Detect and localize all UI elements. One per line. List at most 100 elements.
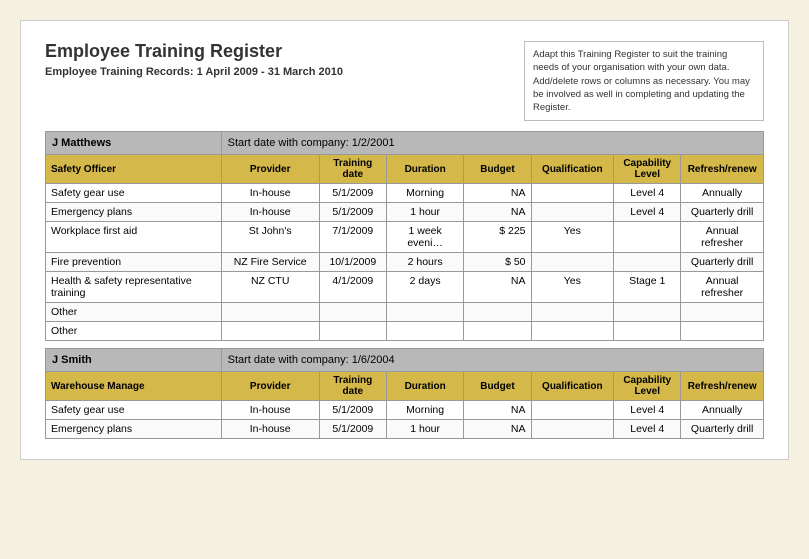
duration: 1 hour [386, 420, 463, 439]
capability [614, 222, 681, 253]
budget: NA [464, 203, 531, 222]
training-date [319, 303, 386, 322]
col-header-training-date: Training date [319, 155, 386, 184]
qualification [531, 322, 614, 341]
capability: Stage 1 [614, 272, 681, 303]
budget: $ 225 [464, 222, 531, 253]
spacer-row [46, 341, 764, 349]
table-row: Other [46, 303, 764, 322]
qualification: Yes [531, 272, 614, 303]
table-row: Health & safety representative training … [46, 272, 764, 303]
qualification [531, 420, 614, 439]
training-date: 4/1/2009 [319, 272, 386, 303]
employee-name: J Smith [46, 349, 222, 372]
subtitle: Employee Training Records: 1 April 2009 … [45, 66, 343, 78]
subtitle-text: Employee Training Records: 1 April 2009 … [45, 66, 343, 78]
col-header-row: Safety Officer Provider Training date Du… [46, 155, 764, 184]
activity: Fire prevention [46, 253, 222, 272]
duration: 1 hour [386, 203, 463, 222]
refresh: Quarterly drill [681, 253, 764, 272]
budget: NA [464, 184, 531, 203]
col-header-budget: Budget [464, 155, 531, 184]
provider [221, 303, 319, 322]
refresh: Quarterly drill [681, 203, 764, 222]
provider: NZ CTU [221, 272, 319, 303]
provider: NZ Fire Service [221, 253, 319, 272]
activity: Health & safety representative training [46, 272, 222, 303]
col-header-row: Warehouse Manage Provider Training date … [46, 372, 764, 401]
duration: 2 days [386, 272, 463, 303]
col-header-refresh: Refresh/renew [681, 372, 764, 401]
title-block: Employee Training Register Employee Trai… [45, 41, 343, 78]
duration: Morning [386, 401, 463, 420]
employee-name: J Matthews [46, 132, 222, 155]
refresh: Annual refresher [681, 272, 764, 303]
qualification: Yes [531, 222, 614, 253]
qualification [531, 253, 614, 272]
page: Employee Training Register Employee Trai… [20, 20, 789, 460]
table-row: Safety gear use In-house 5/1/2009 Mornin… [46, 401, 764, 420]
capability: Level 4 [614, 420, 681, 439]
col-header-provider: Provider [221, 372, 319, 401]
activity: Emergency plans [46, 203, 222, 222]
capability [614, 303, 681, 322]
qualification [531, 303, 614, 322]
col-header-refresh: Refresh/renew [681, 155, 764, 184]
capability: Level 4 [614, 203, 681, 222]
qualification [531, 184, 614, 203]
employee-start: Start date with company: 1/6/2004 [221, 349, 763, 372]
activity: Safety gear use [46, 401, 222, 420]
refresh [681, 322, 764, 341]
info-box: Adapt this Training Register to suit the… [524, 41, 764, 121]
refresh: Annual refresher [681, 222, 764, 253]
refresh: Quarterly drill [681, 420, 764, 439]
training-date: 5/1/2009 [319, 203, 386, 222]
budget: $ 50 [464, 253, 531, 272]
capability: Level 4 [614, 401, 681, 420]
col-header-duration: Duration [386, 155, 463, 184]
duration [386, 322, 463, 341]
activity: Other [46, 303, 222, 322]
col-header-training-date: Training date [319, 372, 386, 401]
capability: Level 4 [614, 184, 681, 203]
training-date: 5/1/2009 [319, 420, 386, 439]
col-header-provider: Provider [221, 155, 319, 184]
table-row: Other [46, 322, 764, 341]
col-header-capability: Capability Level [614, 372, 681, 401]
table-row: Workplace first aid St John's 7/1/2009 1… [46, 222, 764, 253]
capability [614, 322, 681, 341]
training-date: 10/1/2009 [319, 253, 386, 272]
table-row: Safety gear use In-house 5/1/2009 Mornin… [46, 184, 764, 203]
duration: 2 hours [386, 253, 463, 272]
table-row: Fire prevention NZ Fire Service 10/1/200… [46, 253, 764, 272]
activity: Other [46, 322, 222, 341]
training-date: 5/1/2009 [319, 401, 386, 420]
table-row: Emergency plans In-house 5/1/2009 1 hour… [46, 420, 764, 439]
provider: In-house [221, 184, 319, 203]
training-date: 7/1/2009 [319, 222, 386, 253]
training-date [319, 322, 386, 341]
info-text: Adapt this Training Register to suit the… [533, 49, 750, 113]
col-header-capability: Capability Level [614, 155, 681, 184]
provider: In-house [221, 420, 319, 439]
duration: Morning [386, 184, 463, 203]
col-header-budget: Budget [464, 372, 531, 401]
employee-header-row: J Matthews Start date with company: 1/2/… [46, 132, 764, 155]
activity: Workplace first aid [46, 222, 222, 253]
employee-header-row: J Smith Start date with company: 1/6/200… [46, 349, 764, 372]
provider: St John's [221, 222, 319, 253]
provider: In-house [221, 401, 319, 420]
capability [614, 253, 681, 272]
provider [221, 322, 319, 341]
budget [464, 303, 531, 322]
refresh: Annually [681, 401, 764, 420]
col-header-qualification: Qualification [531, 155, 614, 184]
provider: In-house [221, 203, 319, 222]
refresh: Annually [681, 184, 764, 203]
employee-start: Start date with company: 1/2/2001 [221, 132, 763, 155]
activity: Safety gear use [46, 184, 222, 203]
col-header-qualification: Qualification [531, 372, 614, 401]
training-date: 5/1/2009 [319, 184, 386, 203]
budget [464, 322, 531, 341]
refresh [681, 303, 764, 322]
